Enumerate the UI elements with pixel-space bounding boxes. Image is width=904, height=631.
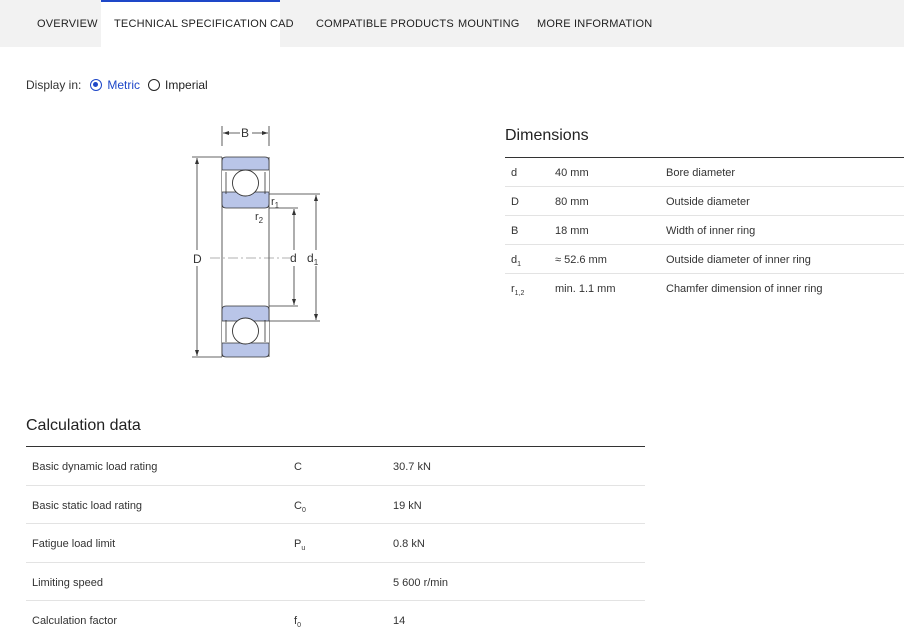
table-row: Basic dynamic load rating C 30.7 kN xyxy=(26,447,645,486)
table-row: Basic static load rating C0 19 kN xyxy=(26,486,645,524)
calc-value: 0.8 kN xyxy=(393,538,425,550)
calc-name: Calculation factor xyxy=(32,615,117,627)
dim-label-B: B xyxy=(241,126,249,140)
calc-name: Fatigue load limit xyxy=(32,538,116,550)
table-row: r1,2 min. 1.1 mm Chamfer dimension of in… xyxy=(505,274,904,303)
calc-symbol: Pu xyxy=(294,538,306,553)
dimension-symbol: d1 xyxy=(511,254,522,269)
dimension-description: Outside diameter xyxy=(666,196,750,208)
tab-compatible-products[interactable]: COMPATIBLE PRODUCTS xyxy=(303,0,467,47)
tab-cad[interactable]: CAD xyxy=(257,0,307,47)
dim-label-D: D xyxy=(193,252,202,266)
dimension-value: 80 mm xyxy=(555,196,589,208)
table-row: Fatigue load limit Pu 0.8 kN xyxy=(26,524,645,563)
table-row: d 40 mm Bore diameter xyxy=(505,158,904,187)
dimension-value: ≈ 52.6 mm xyxy=(555,254,607,266)
imperial-option[interactable]: Imperial xyxy=(148,78,208,92)
table-row: Limiting speed 5 600 r/min xyxy=(26,563,645,601)
tab-technical-specification[interactable]: TECHNICAL SPECIFICATION xyxy=(101,0,281,47)
dim-label-d1: d1 xyxy=(307,251,319,267)
metric-radio[interactable] xyxy=(90,79,103,91)
dimension-value: min. 1.1 mm xyxy=(555,283,616,295)
dimension-description: Bore diameter xyxy=(666,167,736,179)
imperial-label[interactable]: Imperial xyxy=(165,78,208,92)
dimension-symbol: B xyxy=(511,225,519,237)
calc-name: Basic dynamic load rating xyxy=(32,461,158,473)
calc-value: 19 kN xyxy=(393,499,422,512)
imperial-radio[interactable] xyxy=(148,79,161,91)
dimension-description: Chamfer dimension of inner ring xyxy=(666,283,823,295)
calc-value: 30.7 kN xyxy=(393,461,431,473)
calc-symbol: C xyxy=(294,461,302,473)
tab-overview[interactable]: OVERVIEW xyxy=(24,0,111,47)
calc-name: Basic static load rating xyxy=(32,499,143,512)
dimension-symbol: D xyxy=(511,196,519,208)
dimensions-title: Dimensions xyxy=(505,127,589,144)
dimension-value: 18 mm xyxy=(555,225,589,237)
calc-name: Limiting speed xyxy=(32,576,103,589)
tab-bar: OVERVIEW TECHNICAL SPECIFICATION CAD COM… xyxy=(0,0,904,47)
calculation-data-title: Calculation data xyxy=(26,417,141,434)
calc-symbol: f0 xyxy=(294,615,301,630)
dimension-description: Outside diameter of inner ring xyxy=(666,254,811,266)
dimension-symbol: r1,2 xyxy=(511,283,525,298)
tab-more-information[interactable]: MORE INFORMATION xyxy=(524,0,665,47)
dimension-symbol: d xyxy=(511,167,518,179)
table-row: Calculation factor f0 14 xyxy=(26,601,645,631)
tab-mounting[interactable]: MOUNTING xyxy=(445,0,532,47)
metric-label[interactable]: Metric xyxy=(107,78,140,92)
dimension-description: Width of inner ring xyxy=(666,225,756,237)
display-in-label: Display in: xyxy=(26,78,82,92)
dimension-value: 40 mm xyxy=(555,167,589,179)
bearing-drawing: B D d d1 r1 r2 xyxy=(180,120,340,365)
calculation-data-table: Basic dynamic load rating C 30.7 kN Basi… xyxy=(26,446,645,631)
dim-label-r1: r1 xyxy=(271,196,280,210)
calc-value: 5 600 r/min xyxy=(393,576,449,589)
calc-value: 14 xyxy=(393,615,406,627)
dim-label-d: d xyxy=(290,251,297,265)
dim-label-r2: r2 xyxy=(255,211,264,225)
table-row: d1 ≈ 52.6 mm Outside diameter of inner r… xyxy=(505,245,904,274)
table-row: B 18 mm Width of inner ring xyxy=(505,216,904,245)
calc-symbol: C0 xyxy=(294,499,306,514)
unit-display-selector: Display in: Metric Imperial xyxy=(26,78,208,92)
dimensions-table: d 40 mm Bore diameter D 80 mm Outside di… xyxy=(505,157,904,303)
metric-option[interactable]: Metric xyxy=(90,78,140,92)
table-row: D 80 mm Outside diameter xyxy=(505,187,904,216)
